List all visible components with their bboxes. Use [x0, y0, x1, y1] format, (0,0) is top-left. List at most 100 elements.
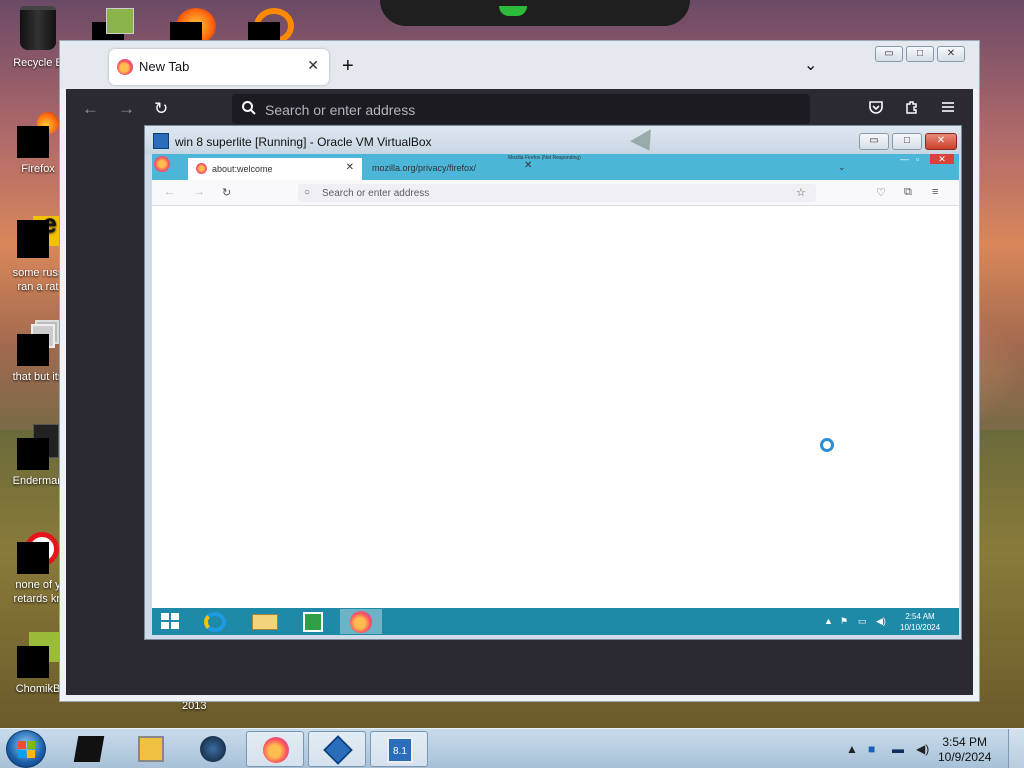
- guest-reload-icon[interactable]: ↻: [222, 186, 231, 199]
- taskbar-virtualbox[interactable]: [308, 731, 366, 767]
- guest-flag-icon[interactable]: ⚑: [840, 616, 848, 627]
- tray-app-icon[interactable]: ■: [868, 742, 875, 756]
- forward-button[interactable]: →: [118, 99, 135, 119]
- guest-list-tabs-icon[interactable]: ⌄: [838, 162, 846, 173]
- firefox-icon: [350, 611, 372, 633]
- virtualbox-title: win 8 superlite [Running] - Oracle VM Vi…: [175, 135, 432, 149]
- guest-extensions-icon[interactable]: ⧉: [904, 186, 912, 199]
- guest-close-icon[interactable]: ✕: [930, 154, 954, 164]
- taskbar-firefox[interactable]: [246, 731, 304, 767]
- globe-icon: [200, 736, 226, 762]
- guest-network-icon[interactable]: ▭: [858, 616, 867, 627]
- guest-volume-icon[interactable]: ◀): [876, 616, 886, 627]
- close-button[interactable]: ✕: [937, 46, 965, 62]
- guest-tab-favicon: [196, 163, 207, 174]
- document-icon: e: [17, 210, 59, 262]
- guest-taskbar-explorer[interactable]: [244, 609, 286, 634]
- guest-taskbar-ie[interactable]: [194, 609, 236, 634]
- guest-tray-arrow-icon[interactable]: ▲: [824, 616, 833, 626]
- vb-minimize-button[interactable]: ▭: [859, 133, 889, 150]
- back-button[interactable]: ←: [82, 99, 99, 119]
- taskbar-app-2[interactable]: [122, 731, 180, 767]
- virtualbox-window[interactable]: win 8 superlite [Running] - Oracle VM Vi…: [144, 125, 962, 640]
- guest-search-icon: ○: [304, 187, 311, 198]
- guest-forward-icon[interactable]: →: [194, 186, 205, 198]
- host-taskbar: 8.1 ▲ ■ ▬ ◀) 3:54 PM 10/9/2024: [0, 728, 1024, 768]
- desktop-icon-top-2[interactable]: [170, 8, 216, 48]
- menu-icon[interactable]: [940, 99, 956, 120]
- maximize-button[interactable]: □: [906, 46, 934, 62]
- guest-window-title: Mozilla Firefox (Not Responding): [508, 155, 581, 161]
- url-bar[interactable]: Search or enter address: [232, 94, 810, 124]
- guest-menu-icon[interactable]: ≡: [932, 186, 938, 198]
- chomikbox-icon: [17, 632, 59, 678]
- guest-maximize-icon[interactable]: ▫: [916, 154, 919, 164]
- guest-tab2-close-icon[interactable]: ✕: [524, 160, 532, 171]
- guest-start-button[interactable]: [161, 613, 179, 630]
- ie-icon: [204, 612, 226, 632]
- top-overlay-bar: [380, 0, 690, 26]
- guest-tab-privacy[interactable]: mozilla.org/privacy/firefox/: [372, 163, 476, 173]
- store-icon: [303, 612, 323, 632]
- firefox-titlebar[interactable]: New Tab ✕ + ⌄ ▭ □ ✕: [60, 41, 979, 89]
- guest-bookmark-star-icon[interactable]: ☆: [796, 186, 806, 199]
- desktop-icon-top-3[interactable]: [248, 8, 294, 48]
- guest-navbar: ← → ↻ ○ Search or enter address ☆ ♡ ⧉ ≡: [152, 180, 959, 206]
- tray-show-hidden-icon[interactable]: ▲: [846, 742, 858, 756]
- media-player-icon: [138, 736, 164, 762]
- search-icon: [241, 100, 257, 121]
- desktop-icon-top-1[interactable]: [92, 8, 134, 48]
- minimize-button[interactable]: ▭: [875, 46, 903, 62]
- virtualbox-icon: [323, 735, 353, 765]
- copy-icon: [17, 320, 59, 366]
- dark-box-icon: [73, 736, 105, 762]
- tray-volume-icon[interactable]: ◀): [916, 742, 929, 756]
- firefox-window-controls: ▭ □ ✕: [875, 46, 965, 62]
- guest-back-icon[interactable]: ←: [164, 186, 175, 198]
- guest-tab-welcome[interactable]: about:welcome ✕: [188, 158, 362, 180]
- virtualbox-icon: [153, 133, 169, 149]
- start-button[interactable]: [6, 730, 46, 768]
- virtualbox-titlebar[interactable]: win 8 superlite [Running] - Oracle VM Vi…: [145, 126, 961, 157]
- mouse-cursor-icon: [630, 129, 660, 157]
- firefox-navbar: ← → ↻ Search or enter address: [66, 89, 973, 129]
- virtualbox-window-controls: ▭ □ ✕: [859, 133, 957, 150]
- vb-maximize-button[interactable]: □: [892, 133, 922, 150]
- guest-tab-close-icon[interactable]: ✕: [346, 162, 354, 173]
- loading-spinner-icon: [820, 438, 834, 452]
- tab-title: New Tab: [139, 59, 190, 74]
- taskbar-app-3[interactable]: [184, 731, 242, 767]
- guest-taskbar-firefox[interactable]: [340, 609, 382, 634]
- guest-screen[interactable]: about:welcome ✕ mozilla.org/privacy/fire…: [152, 154, 959, 635]
- guest-pocket-icon[interactable]: ♡: [876, 186, 886, 199]
- host-clock[interactable]: 3:54 PM 10/9/2024: [938, 735, 991, 765]
- firefox-tab-icon: [117, 59, 133, 75]
- new-tab-button[interactable]: +: [342, 55, 354, 78]
- vm-win81-icon: 8.1: [387, 737, 413, 763]
- url-placeholder: Search or enter address: [265, 102, 416, 118]
- extensions-icon[interactable]: [904, 99, 920, 120]
- show-desktop-button[interactable]: [1008, 729, 1024, 768]
- tray-network-icon[interactable]: ▬: [892, 742, 904, 756]
- guest-firefox-tabstrip: about:welcome ✕ mozilla.org/privacy/fire…: [152, 154, 959, 180]
- guest-taskbar-store[interactable]: [292, 609, 334, 634]
- guest-url-bar[interactable]: ○ Search or enter address: [298, 184, 816, 202]
- guest-taskbar: ▲ ⚑ ▭ ◀) 2:54 AM 10/10/2024: [152, 608, 959, 635]
- guest-clock[interactable]: 2:54 AM 10/10/2024: [900, 611, 940, 633]
- tab-close-icon[interactable]: ✕: [307, 57, 319, 74]
- guest-firefox-icon: [154, 156, 170, 172]
- recycle-bin-icon: [20, 6, 56, 50]
- guest-minimize-icon[interactable]: —: [900, 154, 909, 164]
- vb-close-button[interactable]: ✕: [925, 133, 957, 150]
- taskbar-app-1[interactable]: [60, 731, 118, 767]
- folder-icon: [252, 614, 278, 630]
- tab-new-tab[interactable]: New Tab ✕: [109, 49, 329, 85]
- firefox-icon: [263, 737, 289, 763]
- firefox-icon: [17, 112, 59, 158]
- reload-button[interactable]: ↻: [154, 99, 168, 119]
- opera-icon: [17, 528, 59, 574]
- pocket-icon[interactable]: [868, 99, 884, 120]
- taskbar-vm-win81[interactable]: 8.1: [370, 731, 428, 767]
- file-icon: [17, 424, 59, 470]
- list-all-tabs-button[interactable]: ⌄: [804, 55, 817, 75]
